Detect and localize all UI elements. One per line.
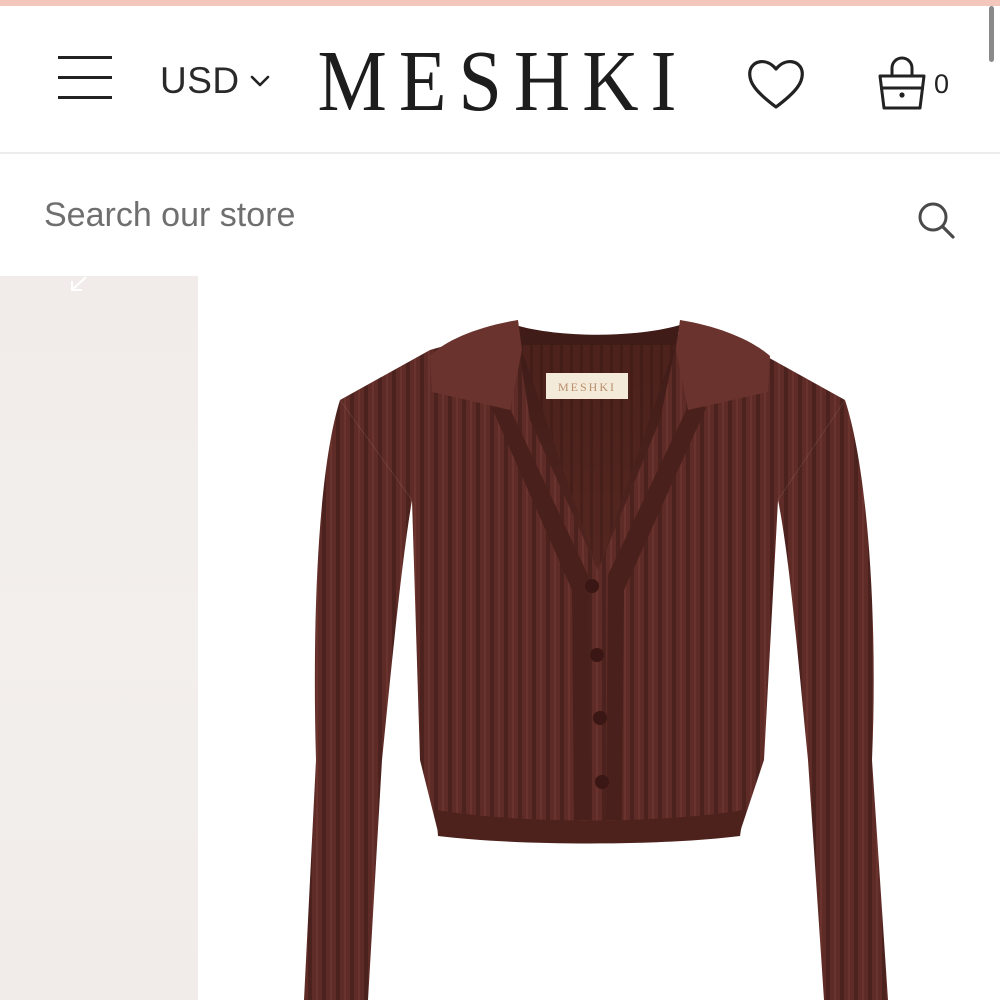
expand-arrow-icon (71, 276, 87, 291)
cart-button[interactable]: 0 (874, 52, 964, 116)
garment-label-text: MESHKI (558, 380, 616, 394)
wishlist-button[interactable] (744, 52, 808, 116)
chevron-down-icon (250, 75, 269, 87)
cardigan-button (590, 648, 604, 662)
product-image[interactable]: MESHKI (198, 276, 1000, 1000)
cart-count: 0 (934, 68, 950, 99)
cardigan-button (593, 711, 607, 725)
shopping-bag-icon (878, 56, 926, 110)
search-input[interactable] (44, 188, 884, 242)
currency-label: USD (160, 60, 240, 101)
menu-button[interactable] (58, 56, 112, 104)
currency-selector[interactable]: USD (160, 58, 270, 104)
left-sleeve (304, 400, 412, 1000)
right-sleeve (778, 400, 888, 1000)
hamburger-menu-icon (58, 56, 112, 59)
cardigan-button (585, 579, 599, 593)
search-button[interactable] (912, 196, 960, 244)
gallery-thumbnail[interactable] (0, 276, 198, 1000)
site-header: USD MESHKI 0 (0, 6, 1000, 154)
product-gallery: MESHKI (0, 276, 1000, 1000)
search-icon (918, 202, 955, 239)
heart-icon (748, 60, 804, 109)
search-bar (0, 154, 1000, 276)
cardigan-button (595, 775, 609, 789)
brand-logo[interactable]: MESHKI (318, 31, 688, 132)
hamburger-line (58, 96, 112, 99)
scrollbar-thumb[interactable] (989, 6, 994, 62)
hamburger-line (58, 76, 112, 79)
